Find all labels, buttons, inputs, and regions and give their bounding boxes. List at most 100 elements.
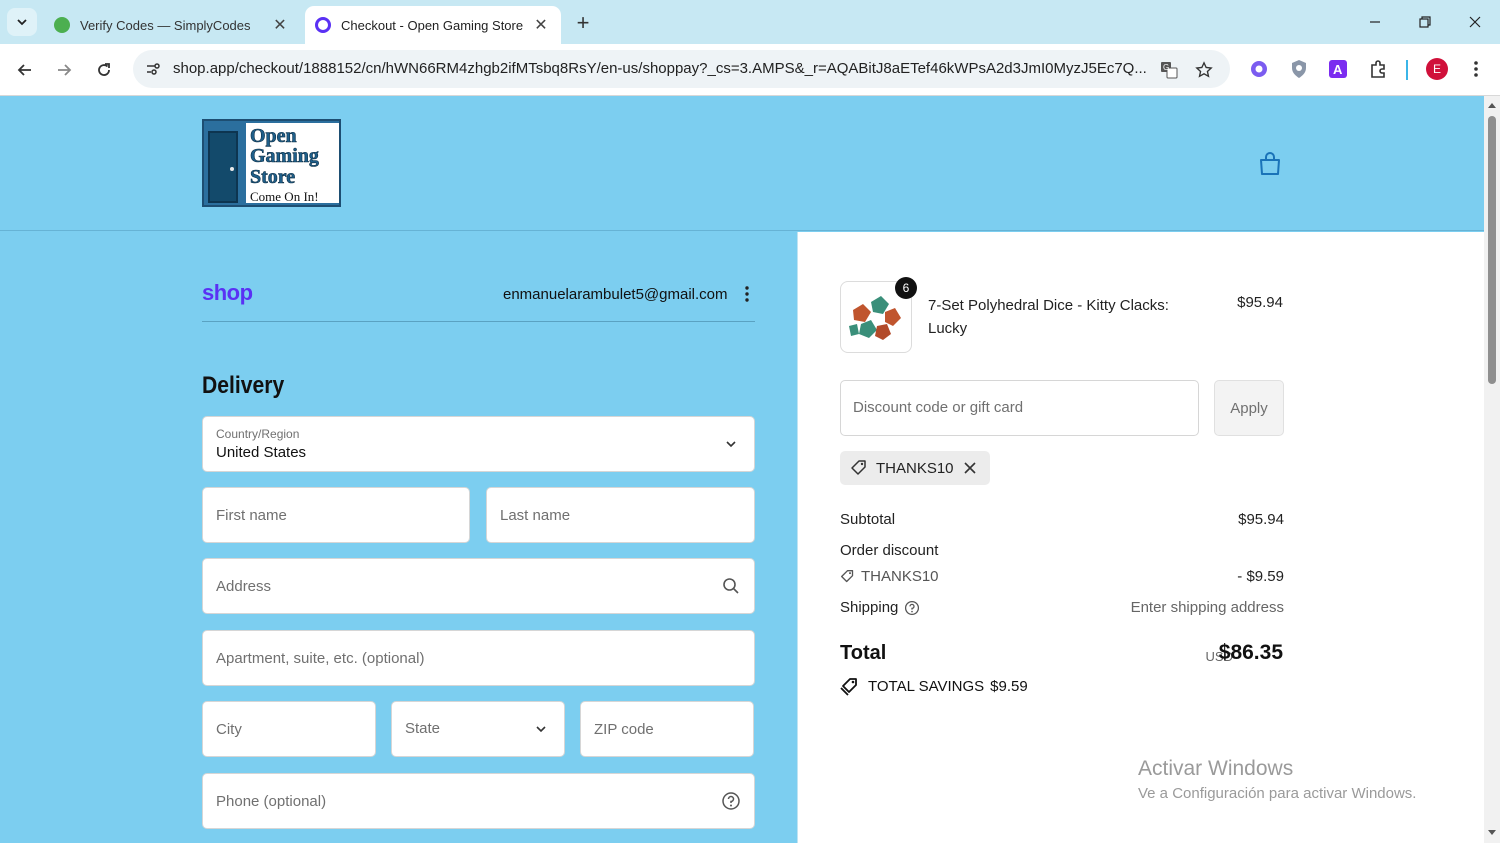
address-bar[interactable]: shop.app/checkout/1888152/cn/hWN66RM4zhg… [133, 50, 1230, 88]
reload-icon [98, 63, 110, 76]
simplycodes-favicon-icon [54, 17, 70, 33]
first-name-field[interactable]: First name [202, 487, 470, 543]
applied-code-text: THANKS10 [876, 459, 954, 477]
door-icon [208, 131, 238, 203]
help-circle-icon[interactable] [720, 790, 742, 812]
help-circle-icon[interactable] [904, 600, 920, 616]
scrollbar-thumb[interactable] [1488, 116, 1496, 384]
close-window-button[interactable] [1460, 8, 1490, 36]
discount-code-input[interactable]: Discount code or gift card [840, 380, 1199, 436]
shipping-value: Enter shipping address [1130, 599, 1284, 616]
city-placeholder: City [216, 721, 242, 738]
checkout-form-panel: shop enmanuelarambulet5@gmail.com Delive… [0, 232, 797, 843]
product-name: 7-Set Polyhedral Dice - Kitty Clacks: Lu… [928, 297, 1169, 337]
country-value: United States [216, 444, 307, 461]
state-placeholder: State [405, 720, 441, 737]
shield-icon[interactable] [1286, 56, 1312, 82]
city-field[interactable]: City [202, 701, 376, 757]
menu-kebab-icon[interactable] [1463, 56, 1489, 82]
puzzle-icon[interactable] [1365, 56, 1391, 82]
tab-search-button[interactable] [7, 8, 37, 36]
apply-button[interactable]: Apply [1214, 380, 1284, 436]
close-icon[interactable]: ✕ [531, 15, 551, 35]
country-select[interactable]: Country/Region United States [202, 416, 755, 472]
state-select[interactable]: State [391, 701, 565, 757]
shipping-label: Shipping [840, 599, 899, 616]
tags-icon [840, 676, 860, 696]
delivery-heading: Delivery [202, 372, 285, 399]
browser-toolbar: shop.app/checkout/1888152/cn/hWN66RM4zhg… [0, 44, 1500, 96]
extension-icon[interactable] [1246, 56, 1272, 82]
page-scrollbar[interactable] [1484, 96, 1500, 843]
shopping-bag-icon[interactable] [1256, 150, 1284, 178]
divider [202, 321, 755, 322]
quantity-badge: 6 [895, 277, 917, 299]
phone-field[interactable]: Phone (optional) [202, 773, 755, 829]
arrow-right-icon [58, 64, 72, 76]
windows-activation-watermark: Activar Windows Ve a Configuración para … [1138, 757, 1416, 802]
back-button[interactable] [11, 56, 39, 84]
forward-button[interactable] [50, 56, 78, 84]
scroll-up-icon[interactable] [1487, 100, 1497, 110]
zip-placeholder: ZIP code [594, 721, 654, 738]
address-placeholder: Address [216, 578, 272, 595]
account-menu-icon[interactable] [740, 284, 754, 304]
discount-code-row: THANKS10 - $9.59 [840, 568, 1284, 588]
zip-field[interactable]: ZIP code [580, 701, 754, 757]
remove-discount-icon[interactable] [963, 460, 980, 476]
total-label: Total [840, 642, 887, 664]
store-logo[interactable]: Open Gaming Store Come On In! [202, 119, 341, 207]
discount-placeholder: Discount code or gift card [853, 399, 1024, 416]
last-name-placeholder: Last name [500, 507, 571, 524]
tab-checkout[interactable]: Checkout - Open Gaming Store ✕ [305, 6, 561, 44]
shipping-row: Shipping Enter shipping address [840, 599, 1284, 616]
translate-icon[interactable]: G [1157, 58, 1181, 82]
new-tab-button[interactable]: + [570, 10, 596, 36]
restore-button[interactable] [1410, 8, 1440, 36]
tab-strip: Verify Codes — SimplyCodes ✕ Checkout - … [0, 0, 1500, 44]
restore-icon [1419, 16, 1431, 28]
chevron-down-icon [17, 19, 27, 26]
toolbar-divider [1406, 60, 1408, 80]
search-icon [720, 575, 742, 597]
country-label: Country/Region [216, 427, 300, 441]
svg-text:A: A [1333, 62, 1343, 77]
total-savings: TOTAL SAVINGS $9.59 [840, 676, 1028, 696]
close-icon[interactable]: ✕ [270, 15, 290, 35]
tag-icon [850, 459, 868, 477]
total-value: $86.35 [1218, 641, 1283, 664]
subtotal-row: Subtotal $95.94 [840, 511, 1284, 528]
url-text[interactable]: shop.app/checkout/1888152/cn/hWN66RM4zhg… [173, 60, 1148, 77]
reload-button[interactable] [90, 56, 118, 84]
shop-favicon-icon [315, 17, 331, 33]
applied-discount-chip: THANKS10 [840, 451, 990, 485]
shop-pay-logo: shop [202, 280, 253, 305]
svg-text:G: G [1163, 63, 1169, 72]
savings-value: $9.59 [990, 677, 1028, 695]
site-info-icon[interactable] [141, 57, 165, 81]
tab-title: Checkout - Open Gaming Store [341, 17, 524, 33]
order-discount-row: Order discount [840, 542, 1284, 559]
watermark-subtitle: Ve a Configuración para activar Windows. [1138, 785, 1417, 802]
tag-icon [841, 570, 854, 583]
logo-line-4: Come On In! [250, 189, 319, 204]
chevron-down-icon [530, 718, 552, 740]
minimize-button[interactable] [1360, 8, 1390, 36]
discount-code-label: THANKS10 [861, 568, 939, 585]
subtotal-label: Subtotal [840, 511, 896, 528]
arrow-left-icon [17, 64, 31, 76]
last-name-field[interactable]: Last name [486, 487, 755, 543]
apartment-field[interactable]: Apartment, suite, etc. (optional) [202, 630, 755, 686]
close-icon [1469, 16, 1481, 28]
savings-label: TOTAL SAVINGS [868, 677, 985, 695]
address-field[interactable]: Address [202, 558, 755, 614]
subtotal-value: $95.94 [1238, 511, 1284, 528]
bookmark-star-icon[interactable] [1192, 58, 1216, 82]
phone-placeholder: Phone (optional) [216, 793, 327, 810]
tab-simplycodes[interactable]: Verify Codes — SimplyCodes ✕ [46, 6, 300, 44]
font-extension-icon[interactable]: A [1325, 56, 1351, 82]
profile-avatar[interactable]: E [1424, 56, 1450, 82]
scroll-down-icon[interactable] [1487, 828, 1497, 838]
logo-line-3: Store [250, 166, 296, 189]
order-discount-label: Order discount [840, 542, 939, 559]
